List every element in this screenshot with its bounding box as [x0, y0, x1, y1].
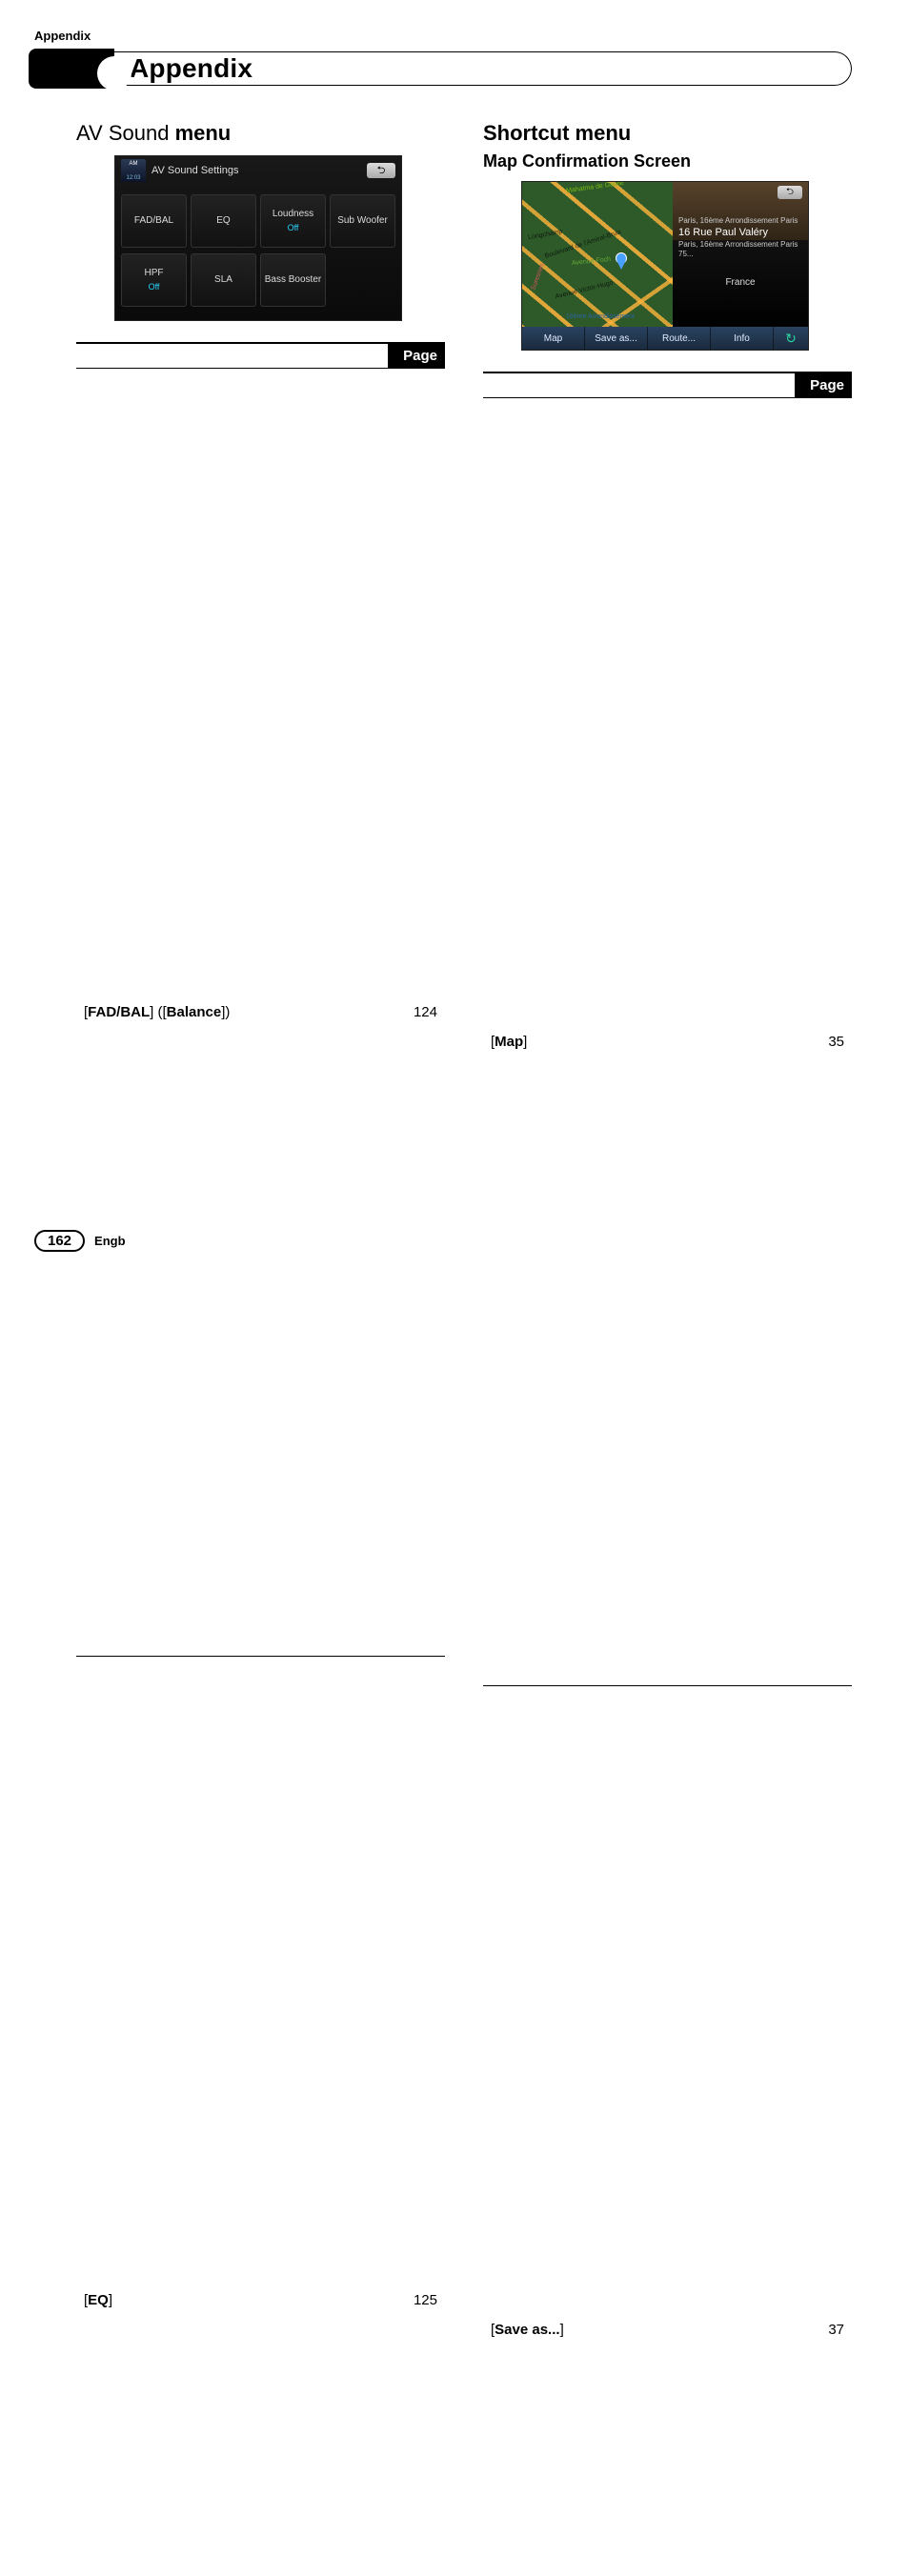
- page-column-header: Page: [388, 343, 445, 369]
- chapter-tab-black: [29, 49, 114, 89]
- chapter-title: Appendix: [130, 53, 252, 84]
- back-icon[interactable]: ⮌: [367, 163, 395, 178]
- map-confirm-button[interactable]: Route...: [648, 327, 711, 350]
- shortcut-menu-heading: Shortcut menu: [483, 121, 852, 146]
- page-number: 162: [34, 1230, 85, 1252]
- language-code: Engb: [94, 1234, 126, 1248]
- table-row: [Map]35: [483, 398, 852, 1686]
- map-address-panel: Paris, 16ème Arrondissement Paris 16 Rue…: [678, 216, 802, 289]
- av-settings-button[interactable]: Bass Booster: [260, 253, 326, 307]
- map-pin-icon: [614, 252, 627, 272]
- map-confirmation-screenshot: Mahatma de Gaulle Longchamp Boulevard de…: [521, 181, 809, 351]
- av-screen-title: AV Sound Settings: [152, 165, 361, 176]
- table-row: [FAD/BAL] ([Balance])124: [76, 369, 445, 1657]
- av-settings-button[interactable]: Sub Woofer: [330, 194, 395, 248]
- left-column: AV Sound menu AM 12:03 AV Sound Settings…: [76, 106, 445, 2576]
- page-column-header: Page: [795, 372, 852, 398]
- map-confirm-button[interactable]: Map: [522, 327, 585, 350]
- map-confirm-button[interactable]: Info: [711, 327, 774, 350]
- av-settings-button[interactable]: EQ: [191, 194, 256, 248]
- av-settings-button[interactable]: SLA: [191, 253, 256, 307]
- map-preview: Mahatma de Gaulle Longchamp Boulevard de…: [522, 182, 673, 327]
- av-sound-settings-screenshot: AM 12:03 AV Sound Settings ⮌ FAD/BALEQLo…: [114, 155, 402, 321]
- right-column: Shortcut menu Map Confirmation Screen Ma…: [483, 106, 852, 2576]
- page-footer: 162 Engb: [34, 1230, 126, 1252]
- av-settings-button[interactable]: FAD/BAL: [121, 194, 187, 248]
- chapter-tab: Appendix: [29, 49, 852, 89]
- map-confirmation-subheading: Map Confirmation Screen: [483, 151, 852, 171]
- av-sound-index-table: Page [FAD/BAL] ([Balance])124[EQ]125[Lou…: [76, 342, 445, 2576]
- shortcut-index-table: Page [Map]35[Save as...]37[Add Pin]38[Ad…: [483, 372, 852, 2576]
- refresh-icon[interactable]: ↻: [774, 327, 808, 350]
- map-confirm-button[interactable]: Save as...: [585, 327, 648, 350]
- running-head: Appendix: [34, 29, 852, 43]
- av-settings-button[interactable]: HPFOff: [121, 253, 187, 307]
- av-sound-heading: AV Sound menu: [76, 121, 445, 146]
- av-settings-button[interactable]: LoudnessOff: [260, 194, 326, 248]
- back-icon[interactable]: ⮌: [778, 186, 802, 199]
- av-source-icon: AM 12:03: [121, 159, 146, 182]
- table-row: [EQ]125: [76, 1657, 445, 2576]
- table-row: [Save as...]37: [483, 1686, 852, 2576]
